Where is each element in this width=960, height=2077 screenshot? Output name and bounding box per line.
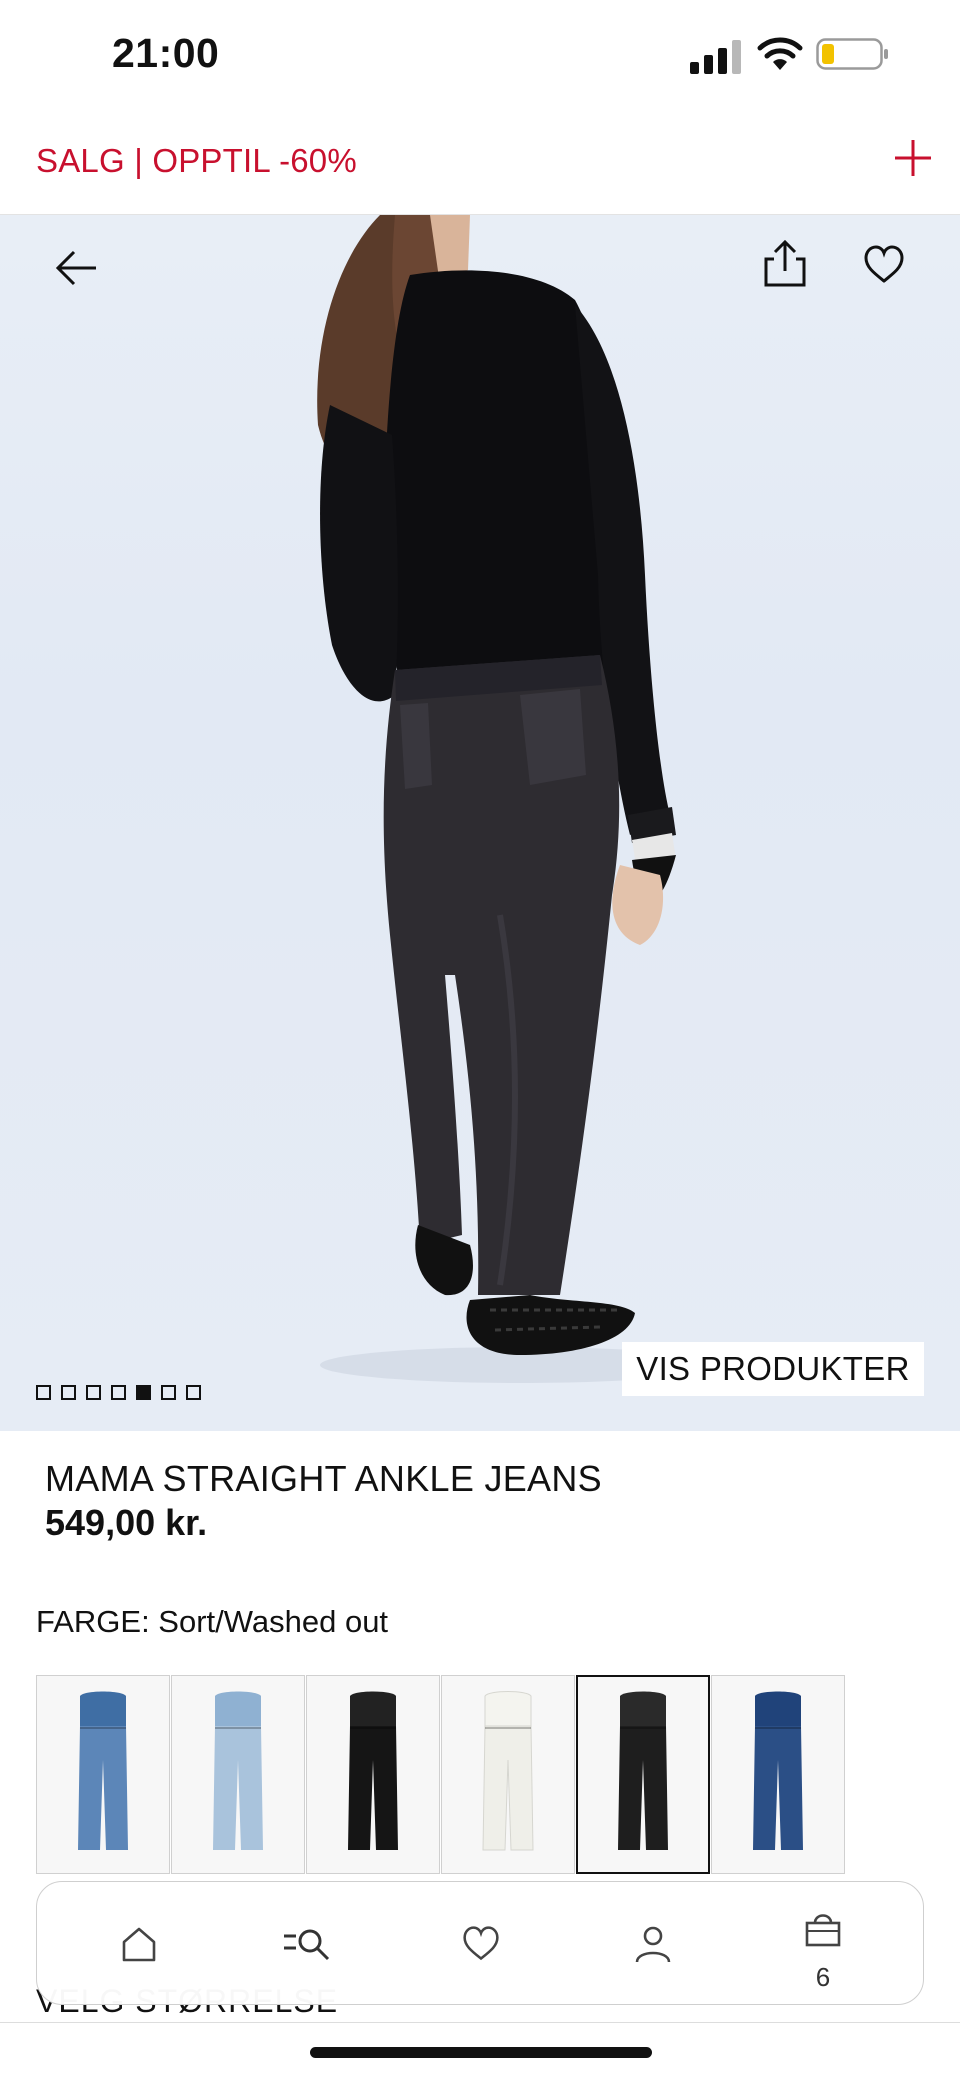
promo-text[interactable]: SALG | OPPTIL -60% [36,142,357,180]
signal-icon [690,40,741,74]
status-bar: 21:00 [0,0,960,120]
jeans-thumbnail [618,1691,668,1850]
product-title: MAMA STRAIGHT ANKLE JEANS [45,1458,602,1499]
home-icon [122,1927,156,1962]
nav-home[interactable] [89,1882,189,2006]
pagination-dot[interactable] [36,1385,51,1400]
swatch-black-washed-out[interactable] [576,1675,710,1874]
jeans-thumbnail [753,1691,803,1850]
promo-bar[interactable]: SALG | OPPTIL -60% [0,120,960,215]
swatch-dark-blue-denim[interactable] [711,1675,845,1874]
bag-icon [805,1914,841,1947]
battery-icon [816,38,888,70]
divider [0,2022,960,2023]
jeans-thumbnail [482,1690,534,1850]
share-icon[interactable] [762,239,808,289]
pagination-dot[interactable] [186,1385,201,1400]
wifi-icon [757,37,803,70]
jeans-thumbnail [78,1691,128,1850]
home-indicator[interactable] [310,2047,652,2058]
profile-icon [635,1926,671,1963]
swatch-pale-blue-denim[interactable] [171,1675,305,1874]
swatch-light-blue-denim[interactable] [36,1675,170,1874]
swatch-white[interactable] [441,1675,575,1874]
nav-profile[interactable] [603,1882,703,2006]
image-pagination[interactable] [36,1385,201,1400]
bottom-navigation: 6 [36,1881,924,2005]
jeans-thumbnail [348,1691,398,1850]
swatch-black[interactable] [306,1675,440,1874]
cart-count: 6 [815,1962,831,1992]
heart-icon [463,1926,499,1961]
model-photo [317,215,720,1383]
nav-favourites[interactable] [431,1882,531,2006]
view-products-button[interactable]: VIS PRODUKTER [622,1342,924,1396]
status-time: 21:00 [112,30,220,76]
color-swatches [36,1675,846,1874]
product-image-carousel[interactable]: VIS PRODUKTER [0,215,960,1431]
plus-icon[interactable] [893,138,933,178]
search-icon [284,1929,330,1961]
nav-search[interactable] [259,1882,359,2006]
color-label: FARGE: Sort/Washed out [36,1604,389,1639]
pagination-dot[interactable] [61,1385,76,1400]
pagination-dot[interactable] [136,1385,151,1400]
pagination-dot[interactable] [161,1385,176,1400]
jeans-thumbnail [213,1691,263,1850]
product-price: 549,00 kr. [45,1502,208,1543]
pagination-dot[interactable] [111,1385,126,1400]
pagination-dot[interactable] [86,1385,101,1400]
back-arrow-icon[interactable] [52,243,102,293]
nav-bag[interactable]: 6 [773,1882,873,2006]
heart-icon[interactable] [862,243,906,287]
